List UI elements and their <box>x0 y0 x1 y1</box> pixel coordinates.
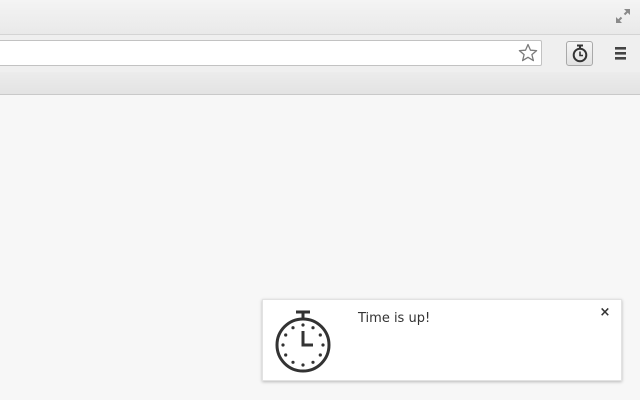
star-icon[interactable] <box>518 43 538 63</box>
timer-extension-button[interactable] <box>566 41 593 66</box>
address-bar[interactable] <box>0 40 542 67</box>
browser-toolbar <box>0 35 640 72</box>
window-titlebar <box>0 0 640 35</box>
address-input[interactable] <box>5 41 509 67</box>
bookmarks-bar <box>0 72 640 95</box>
stopwatch-icon <box>273 309 333 373</box>
hamburger-menu-icon[interactable] <box>612 45 630 63</box>
notification-popup: Time is up! × <box>262 299 622 381</box>
fullscreen-arrows-icon[interactable] <box>615 8 631 24</box>
notification-message: Time is up! <box>358 311 431 326</box>
close-icon[interactable]: × <box>598 306 612 320</box>
stopwatch-icon <box>572 44 588 63</box>
